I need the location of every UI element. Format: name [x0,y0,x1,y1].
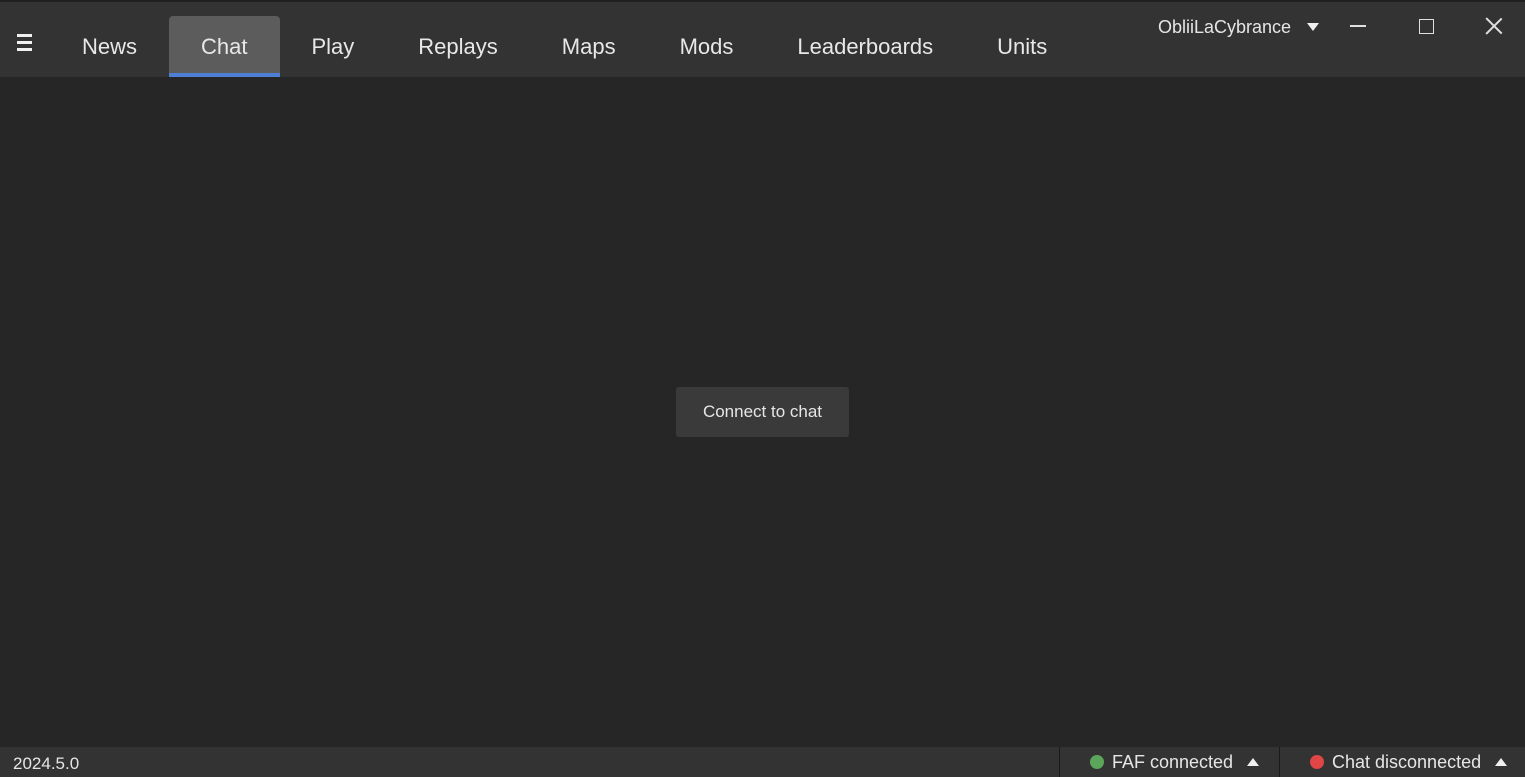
chevron-up-icon [1247,758,1260,766]
maximize-icon [1418,18,1434,34]
minimize-button[interactable] [1330,6,1386,46]
connect-to-chat-button[interactable]: Connect to chat [676,387,849,437]
tab-leaderboards[interactable]: Leaderboards [765,16,965,77]
faf-connection-status[interactable]: FAF connected [1059,747,1279,777]
main-tabs: News Chat Play Replays Maps Mods Leaderb… [50,16,1079,79]
chevron-up-icon [1495,758,1508,766]
faf-status-dot-icon [1090,755,1104,769]
status-bar: 2024.5.0 FAF connected Chat disconnected [0,747,1525,777]
tab-mods[interactable]: Mods [648,16,766,77]
close-icon [1485,17,1503,35]
username-label: ObliiLaCybrance [1158,16,1292,37]
tab-replays[interactable]: Replays [386,16,529,77]
tab-maps[interactable]: Maps [530,16,648,77]
chat-connection-status[interactable]: Chat disconnected [1279,747,1525,777]
chat-status-dot-icon [1310,755,1324,769]
chevron-down-icon [1307,23,1320,31]
tab-play[interactable]: Play [280,16,387,77]
minimize-icon [1350,25,1366,27]
chat-content-area: Connect to chat [0,77,1525,747]
tab-chat[interactable]: Chat [169,16,280,78]
chat-status-label: Chat disconnected [1332,751,1482,772]
top-navigation-bar: News Chat Play Replays Maps Mods Leaderb… [0,0,1525,79]
version-label: 2024.5.0 [13,754,80,773]
faf-status-label: FAF connected [1112,751,1234,772]
hamburger-icon[interactable] [8,24,40,60]
maximize-button[interactable] [1398,6,1454,46]
user-menu-dropdown[interactable]: ObliiLaCybrance [1158,14,1320,40]
close-button[interactable] [1466,6,1522,46]
tab-units[interactable]: Units [965,16,1079,77]
app-window: News Chat Play Replays Maps Mods Leaderb… [0,0,1525,777]
tab-news[interactable]: News [50,16,169,77]
